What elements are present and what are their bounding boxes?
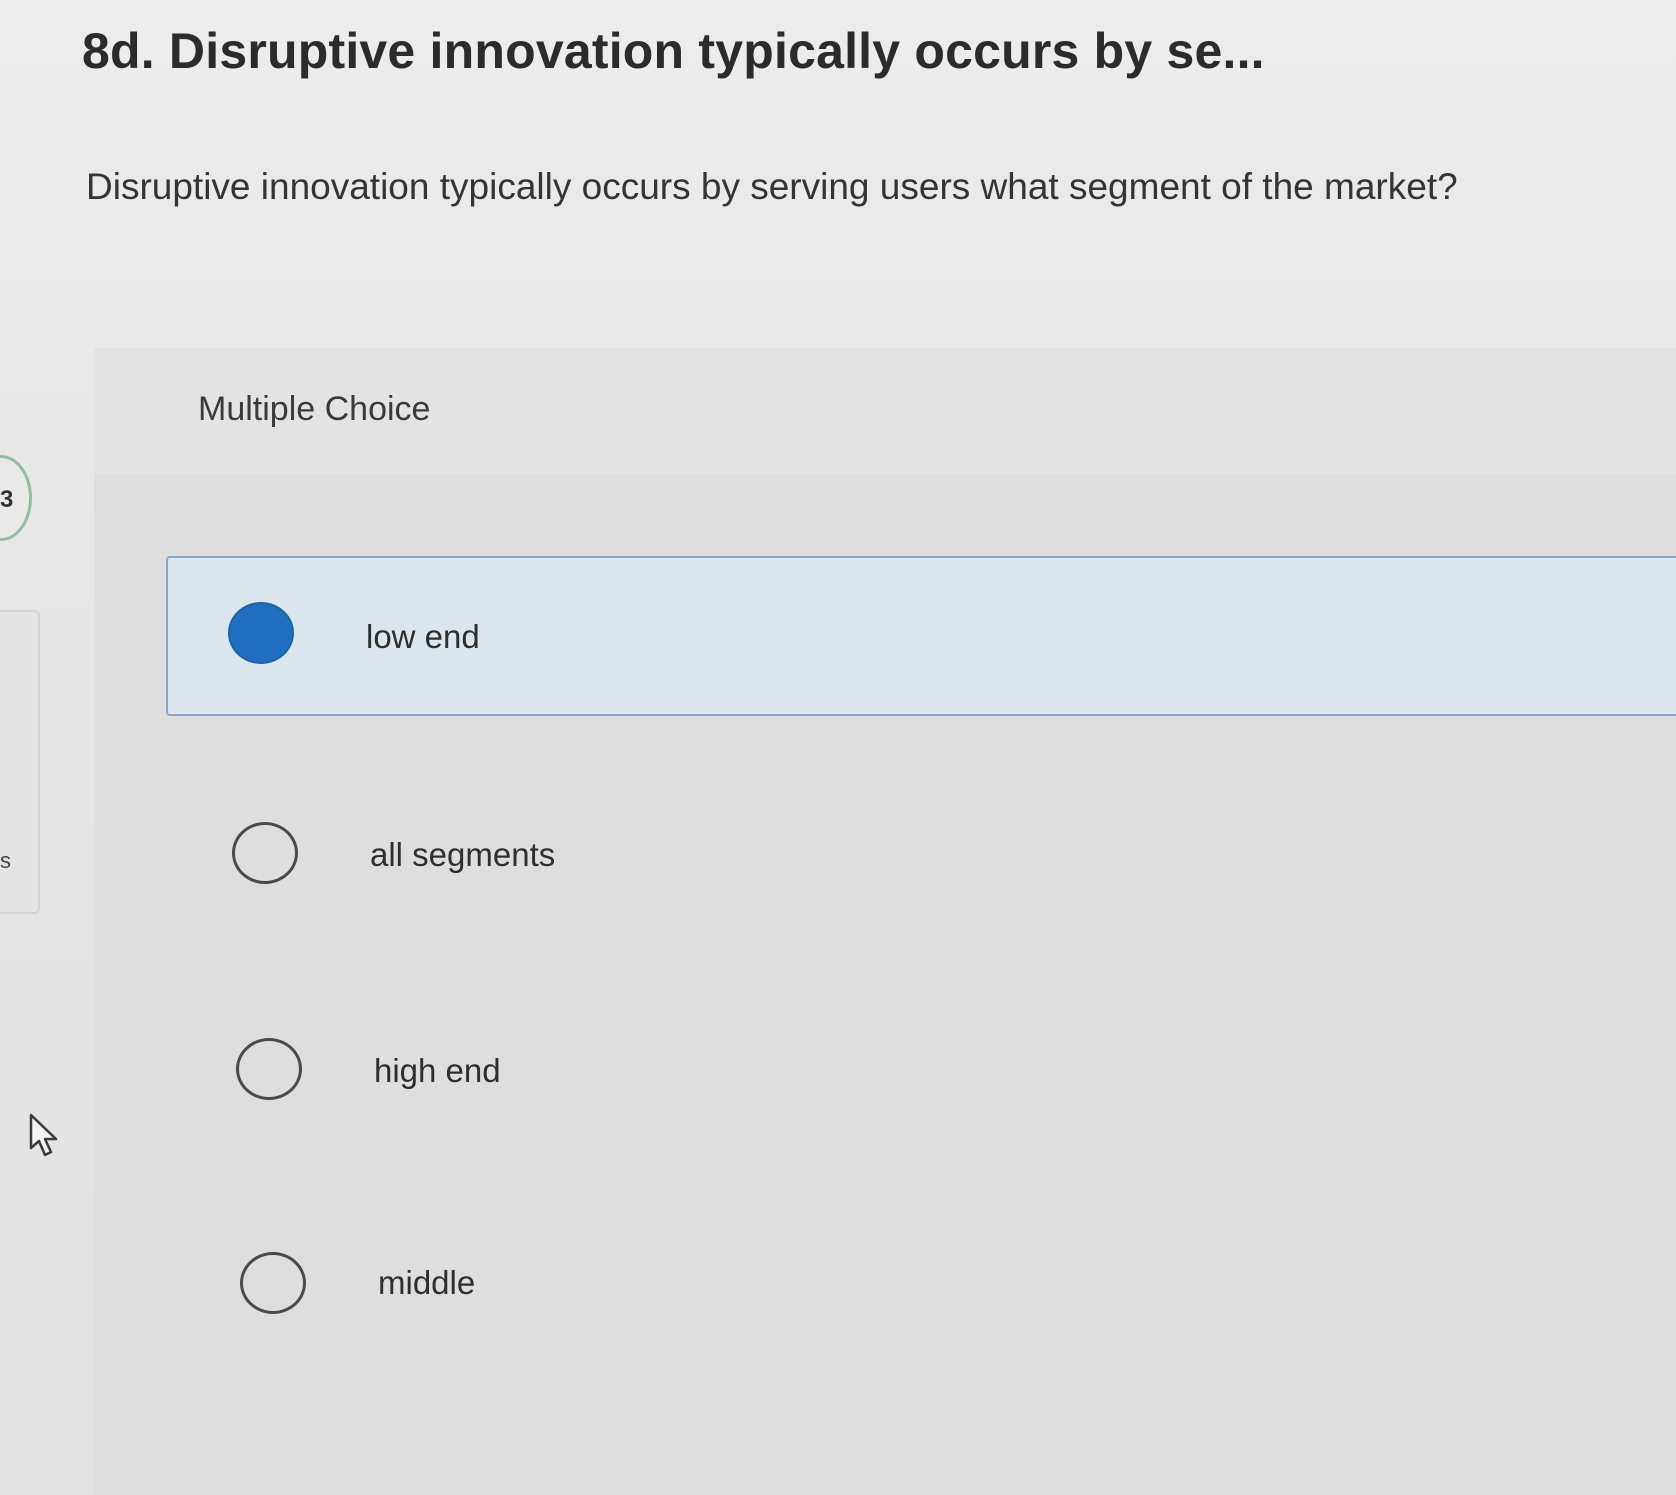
radio-unselected-icon[interactable] [232,822,298,884]
answer-panel: Multiple Choice low end all segments hig… [94,348,1676,1495]
radio-selected-icon[interactable] [228,602,294,664]
quiz-page: 3 s 8d. Disruptive innovation typically … [0,0,1676,1495]
mouse-pointer-icon [29,1113,58,1157]
question-title: 8d. Disruptive innovation typically occu… [82,23,1265,79]
side-panel-letter: s [0,848,11,873]
option-high-end[interactable]: high end [166,964,1676,1120]
option-all-segments[interactable]: all segments [166,748,1676,904]
option-label: middle [378,1264,476,1301]
answer-type-label: Multiple Choice [198,390,431,428]
radio-unselected-icon[interactable] [236,1038,302,1100]
option-low-end[interactable]: low end [166,556,1676,716]
question-prompt: Disruptive innovation typically occurs b… [86,166,1458,207]
option-label: low end [366,618,480,655]
option-middle[interactable]: middle [166,1176,1676,1332]
option-label: high end [374,1052,501,1089]
side-progress-number: 3 [0,486,14,513]
answer-type-header: Multiple Choice [94,348,1676,474]
option-label: all segments [370,836,556,873]
radio-unselected-icon[interactable] [240,1252,306,1314]
